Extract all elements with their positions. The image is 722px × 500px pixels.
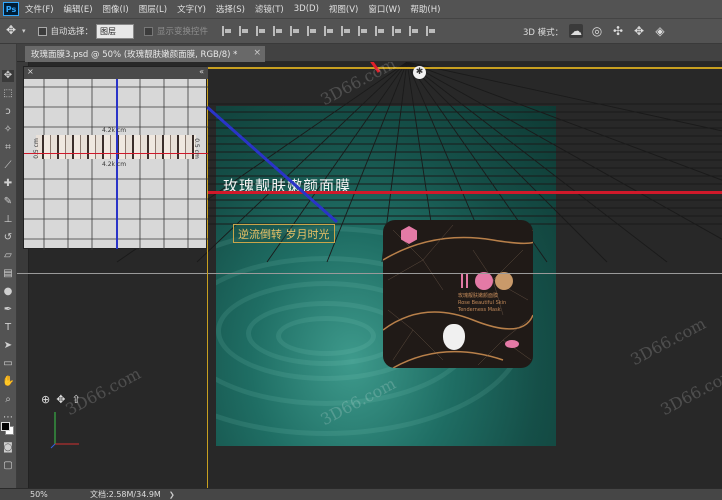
distribute-left-icon[interactable]: [375, 26, 385, 36]
auto-select-label: 自动选择：: [50, 27, 94, 37]
menu-layer[interactable]: 图层(L): [139, 3, 167, 15]
3d-roll-icon[interactable]: ◎: [590, 24, 604, 38]
document-tab-bar: 玫瑰面膜3.psd @ 50% (玫瑰靓肤嫩颜面膜, RGB/8) * ×: [17, 44, 722, 62]
tools-panel: ✥ ⬚ ↄ ✧ ⌗ ⟋ ✚ ✎ ⊥ ↺ ▱ ▤ ● ✒ T ➤ ▭ ✋ ⌕ ⋯ …: [0, 44, 17, 488]
screen-mode-icon[interactable]: ▢: [2, 460, 14, 472]
eraser-tool-icon[interactable]: ▱: [2, 250, 14, 262]
rectangle-tool-icon[interactable]: ▭: [2, 358, 14, 370]
chevron-right-icon[interactable]: ❯: [169, 491, 175, 499]
eyedropper-tool-icon[interactable]: ⟋: [2, 160, 14, 172]
quick-mask-icon[interactable]: ◙: [2, 442, 14, 454]
measure-label-right: 0.5 cm: [192, 138, 200, 159]
3d-slide-icon[interactable]: ✥: [632, 24, 646, 38]
menu-window[interactable]: 窗口(W): [368, 3, 400, 15]
path-selection-tool-icon[interactable]: ➤: [2, 340, 14, 352]
navigator-header: × «: [24, 67, 208, 79]
distribute-top-icon[interactable]: [324, 26, 334, 36]
menu-view[interactable]: 视图(V): [329, 3, 358, 15]
distribute-vcenter-icon[interactable]: [341, 26, 351, 36]
marquee-tool-icon[interactable]: ⬚: [2, 88, 14, 100]
close-icon[interactable]: ×: [253, 48, 261, 58]
align-right-icon[interactable]: [307, 26, 317, 36]
menu-help[interactable]: 帮助(H): [410, 3, 440, 15]
document-tab-title: 玫瑰面膜3.psd @ 50% (玫瑰靓肤嫩颜面膜, RGB/8) *: [31, 50, 238, 60]
menu-3d[interactable]: 3D(D): [294, 4, 319, 14]
distribute-bottom-icon[interactable]: [358, 26, 368, 36]
3d-orbit-icon[interactable]: ☁: [569, 24, 583, 38]
menu-bar: Ps 文件(F) 编辑(E) 图像(I) 图层(L) 文字(Y) 选择(S) 滤…: [0, 0, 722, 18]
clone-stamp-tool-icon[interactable]: ⊥: [2, 214, 14, 226]
photoshop-logo[interactable]: Ps: [3, 2, 19, 16]
measure-label-bottom: 4.2k cm: [102, 161, 127, 168]
type-tool-icon[interactable]: T: [2, 322, 14, 334]
align-vcenter-icon[interactable]: [239, 26, 249, 36]
magic-wand-tool-icon[interactable]: ✧: [2, 124, 14, 136]
status-bar: 50% 文档:2.58M/34.9M ❯: [0, 488, 722, 500]
auto-select-checkbox[interactable]: [37, 26, 47, 36]
tool-preset-dropdown-icon[interactable]: ▾: [22, 27, 26, 35]
3d-mode-buttons: ☁ ◎ ✣ ✥ ◈: [569, 24, 667, 38]
close-icon[interactable]: ×: [27, 67, 34, 76]
collapse-icon[interactable]: «: [199, 67, 204, 76]
dodge-tool-icon[interactable]: ●: [2, 286, 14, 298]
history-brush-tool-icon[interactable]: ↺: [2, 232, 14, 244]
show-transform-label: 显示变换控件: [157, 27, 209, 37]
move-tool-icon[interactable]: [6, 23, 20, 38]
hand-tool-icon[interactable]: ✋: [2, 376, 14, 388]
align-hcenter-icon[interactable]: [290, 26, 300, 36]
crop-tool-icon[interactable]: ⌗: [2, 142, 14, 154]
document-tab[interactable]: 玫瑰面膜3.psd @ 50% (玫瑰靓肤嫩颜面膜, RGB/8) * ×: [25, 46, 265, 62]
menu-edit[interactable]: 编辑(E): [64, 3, 93, 15]
align-bottom-icon[interactable]: [256, 26, 266, 36]
measure-label-top: 4.2k cm: [102, 127, 127, 134]
lasso-tool-icon[interactable]: ↄ: [2, 106, 14, 118]
document-size[interactable]: 文档:2.58M/34.9M: [90, 489, 161, 500]
3d-scale-icon[interactable]: ◈: [653, 24, 667, 38]
3d-pan-icon[interactable]: ✣: [611, 24, 625, 38]
menu-select[interactable]: 选择(S): [216, 3, 245, 15]
3d-mode-label: 3D 模式：: [523, 28, 564, 38]
auto-select-dropdown[interactable]: 图层: [96, 23, 135, 39]
brush-tool-icon[interactable]: ✎: [2, 196, 14, 208]
red-horizontal-guide: [24, 153, 208, 154]
distribute-hcenter-icon[interactable]: [392, 26, 402, 36]
pen-tool-icon[interactable]: ✒: [2, 304, 14, 316]
menu-filter[interactable]: 滤镜(T): [255, 3, 284, 15]
align-buttons: [222, 26, 436, 36]
menu-type[interactable]: 文字(Y): [177, 3, 206, 15]
foreground-color-swatch[interactable]: [1, 422, 10, 431]
move-tool-icon[interactable]: ✥: [2, 70, 14, 82]
align-top-icon[interactable]: [222, 26, 232, 36]
menu-file[interactable]: 文件(F): [25, 3, 54, 15]
menu-image[interactable]: 图像(I): [103, 3, 129, 15]
vanishing-point-icon[interactable]: ✱: [413, 66, 426, 79]
options-bar: ▾ 自动选择： 图层 显示变换控件 3D 模式： ☁ ◎ ✣ ✥ ◈: [0, 18, 722, 44]
navigator-panel[interactable]: × « 4.2k cm 4.2k cm 0.5 cm 0.5 cm: [23, 66, 208, 250]
gradient-tool-icon[interactable]: ▤: [2, 268, 14, 280]
auto-align-icon[interactable]: [426, 26, 436, 36]
healing-brush-tool-icon[interactable]: ✚: [2, 178, 14, 190]
zoom-tool-icon[interactable]: ⌕: [2, 394, 14, 406]
distribute-right-icon[interactable]: [409, 26, 419, 36]
align-left-icon[interactable]: [273, 26, 283, 36]
show-transform-checkbox[interactable]: [144, 26, 154, 36]
measure-label-left: 0.5 cm: [32, 138, 40, 159]
zoom-level[interactable]: 50%: [30, 490, 70, 499]
